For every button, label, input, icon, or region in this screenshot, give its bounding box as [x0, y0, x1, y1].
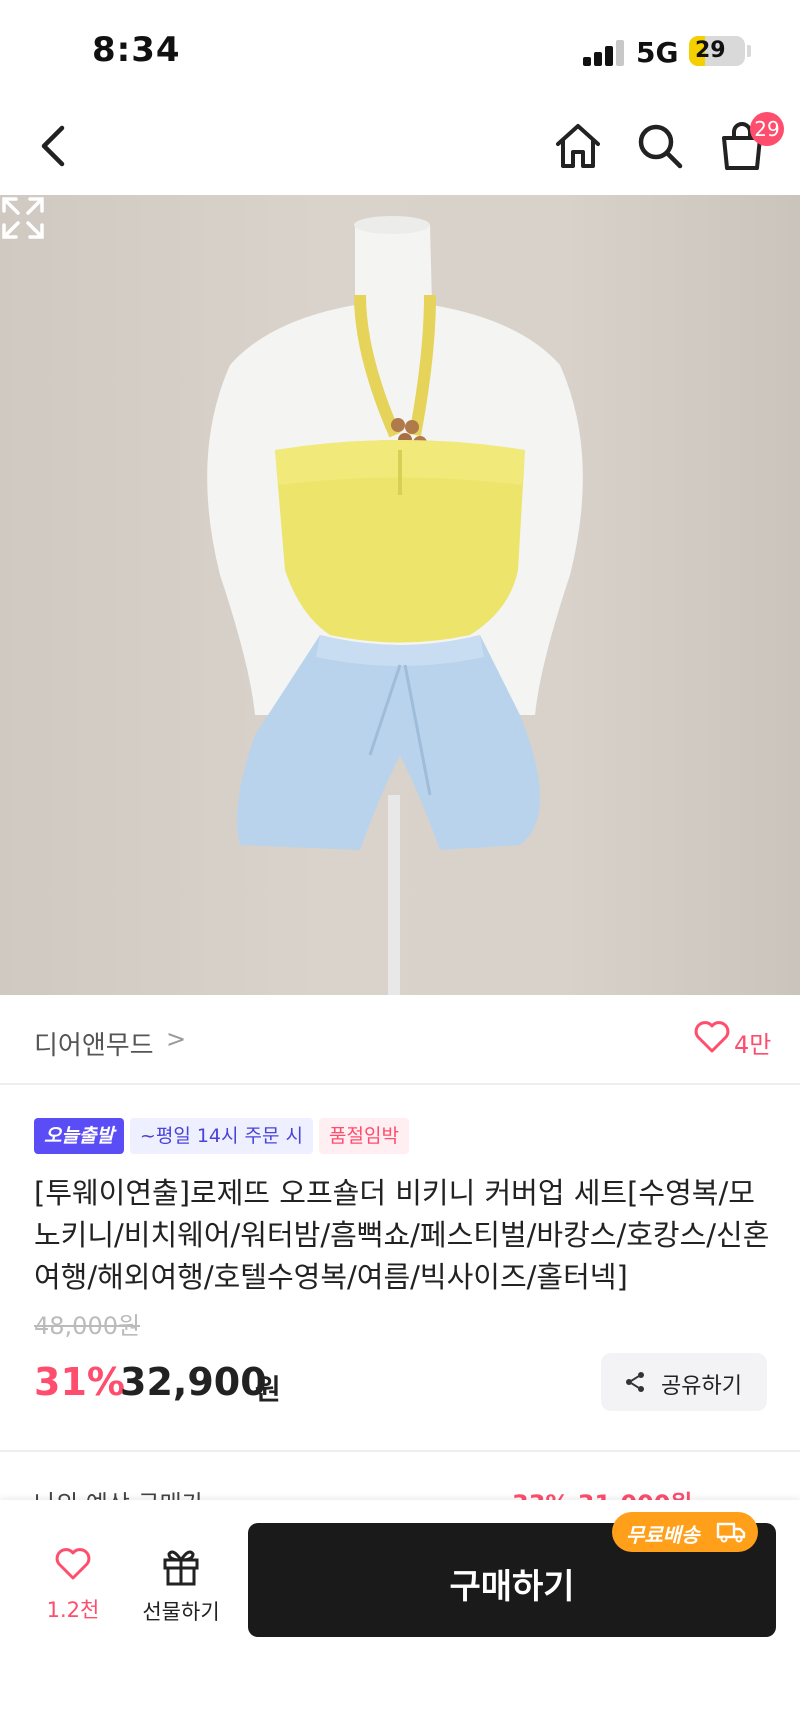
back-icon[interactable] — [28, 118, 84, 174]
store-likes: 4만 — [734, 1031, 772, 1059]
store-row[interactable]: 디어앤무드 > 4만 — [0, 995, 800, 1085]
gift-label: 선물하기 — [142, 1600, 220, 1624]
currency-label: 원 — [255, 1373, 281, 1406]
expand-icon[interactable] — [0, 195, 46, 241]
bottom-action-bar: 1.2천 선물하기 구매하기 무료배송 — [0, 1500, 800, 1732]
status-bar: 8:34 5G 29 — [0, 0, 800, 100]
original-price: 48,000원 — [34, 1312, 141, 1340]
wish-count: 1.2천 — [46, 1598, 100, 1622]
low-stock-tag: 품절임박 — [319, 1118, 409, 1154]
delivery-tags: 오늘출발 ~평일 14시 주문 시 품절임박 — [34, 1118, 409, 1154]
share-icon — [626, 1372, 644, 1392]
share-button[interactable]: 공유하기 — [601, 1353, 767, 1411]
signal-icon — [583, 40, 625, 66]
product-title: [투웨이연출]로제뜨 오프숄더 비키니 커버업 세트[수영복/모노키니/비치웨어… — [34, 1176, 770, 1294]
battery-icon: 29 — [689, 36, 745, 66]
cutoff-tag: ~평일 14시 주문 시 — [129, 1118, 314, 1154]
buy-label: 구매하기 — [449, 1567, 575, 1607]
truck-icon — [716, 1522, 746, 1543]
product-image[interactable] — [0, 195, 800, 995]
today-ship-tag: 오늘출발 — [34, 1118, 124, 1154]
store-name[interactable]: 디어앤무드 — [34, 1025, 154, 1062]
gift-icon — [163, 1550, 199, 1586]
share-label: 공유하기 — [661, 1374, 742, 1399]
home-icon[interactable] — [550, 118, 606, 174]
cart-count-badge: 29 — [750, 112, 784, 146]
section-divider — [0, 1450, 800, 1452]
search-icon[interactable] — [632, 118, 688, 174]
discount-rate: 31% — [34, 1360, 125, 1404]
battery-level: 29 — [695, 38, 726, 63]
heart-icon[interactable] — [692, 1017, 732, 1057]
free-shipping-label: 무료배송 — [626, 1523, 700, 1547]
status-time: 8:34 — [92, 30, 181, 70]
chevron-right-icon: > — [166, 1025, 187, 1053]
product-photo — [207, 216, 583, 995]
network-label: 5G — [636, 36, 679, 69]
heart-icon — [55, 1548, 91, 1580]
free-shipping-badge: 무료배송 — [612, 1512, 758, 1552]
sale-price: 32,900 — [120, 1360, 267, 1404]
gift-button[interactable]: 선물하기 — [134, 1544, 228, 1626]
wish-button[interactable]: 1.2천 — [40, 1544, 106, 1624]
